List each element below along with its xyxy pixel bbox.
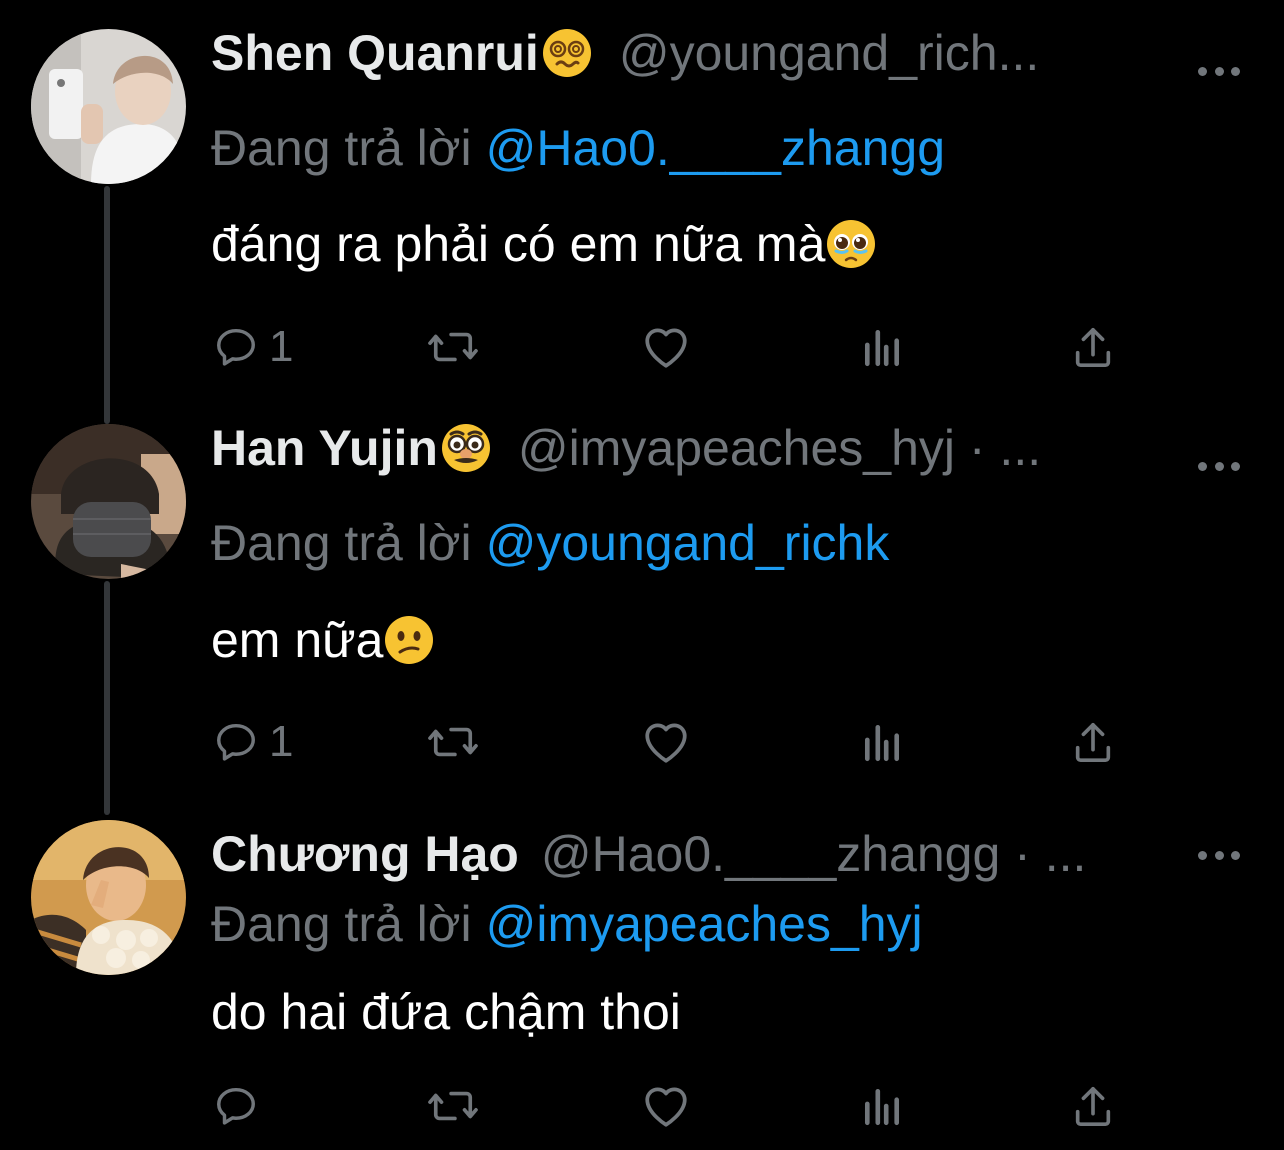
display-name[interactable]: Han Yujin — [211, 417, 438, 479]
views-icon — [864, 329, 900, 367]
like-icon — [645, 1087, 687, 1127]
display-name[interactable]: Chương Hạo — [211, 823, 519, 885]
like-button[interactable] — [641, 718, 691, 766]
reply-prefix: Đang trả lời — [211, 515, 472, 571]
disguised-face-icon — [440, 422, 492, 474]
reply-count: 1 — [269, 322, 294, 371]
reply-icon — [217, 328, 255, 366]
share-icon — [1075, 1086, 1111, 1127]
action-bar — [211, 1082, 1121, 1130]
reply-icon — [217, 1087, 255, 1125]
dizzy-face-icon — [541, 27, 593, 79]
tweet[interactable]: Shen Quanrui @youngand_rich... Đang trả … — [0, 0, 1284, 424]
views-icon — [864, 1088, 900, 1126]
reply-icon — [217, 723, 255, 761]
reply-context: Đang trả lời @youngand_richk — [211, 512, 889, 574]
reply-context: Đang trả lời @imyapeaches_hyj — [211, 893, 923, 955]
retweet-button[interactable] — [426, 718, 480, 766]
reply-prefix: Đang trả lời — [211, 896, 472, 952]
tweet-text: đáng ra phải có em nữa mà — [211, 213, 877, 275]
reply-button[interactable]: 1 — [213, 323, 293, 371]
handle[interactable]: @youngand_rich... — [619, 22, 1039, 84]
tweet-text-content: đáng ra phải có em nữa mà — [211, 216, 826, 272]
reply-button[interactable] — [213, 1082, 269, 1130]
reply-mention[interactable]: @Hao0.____zhangg — [486, 120, 945, 176]
action-bar: 1 — [211, 323, 1121, 371]
share-icon — [1075, 327, 1111, 368]
reply-button[interactable]: 1 — [213, 718, 293, 766]
like-button[interactable] — [641, 323, 691, 371]
retweet-button[interactable] — [426, 323, 480, 371]
action-bar: 1 — [211, 718, 1121, 766]
tweet[interactable]: Chương Hạo @Hao0.____zhangg · ... Đang t… — [0, 790, 1284, 1150]
pleading-face-icon — [825, 218, 877, 270]
like-button[interactable] — [641, 1082, 691, 1130]
reply-mention[interactable]: @imyapeaches_hyj — [486, 896, 923, 952]
like-icon — [645, 328, 687, 368]
retweet-button[interactable] — [426, 1082, 480, 1130]
views-button[interactable] — [861, 323, 903, 371]
like-icon — [645, 723, 687, 763]
tweet-header: Han Yujin @imyapeaches_hyj · ... — [211, 417, 1041, 479]
retweet-icon — [428, 727, 478, 757]
share-button[interactable] — [1071, 323, 1115, 371]
tweet[interactable]: Han Yujin @imyapeaches_hyj · ... Đang tr… — [0, 395, 1284, 815]
retweet-icon — [428, 1091, 478, 1121]
avatar[interactable] — [31, 424, 186, 579]
confused-face-icon — [383, 614, 435, 666]
more-icon[interactable] — [1198, 64, 1240, 78]
reply-count: 1 — [269, 717, 294, 766]
reply-mention[interactable]: @youngand_richk — [486, 515, 890, 571]
views-button[interactable] — [861, 1082, 903, 1130]
views-button[interactable] — [861, 718, 903, 766]
tweet-header: Shen Quanrui @youngand_rich... — [211, 22, 1039, 84]
display-name[interactable]: Shen Quanrui — [211, 22, 539, 84]
thread-line — [104, 186, 110, 424]
tweet-header: Chương Hạo @Hao0.____zhangg · ... — [211, 823, 1086, 885]
thread-line — [104, 581, 110, 815]
share-button[interactable] — [1071, 718, 1115, 766]
more-icon[interactable] — [1198, 848, 1240, 862]
share-button[interactable] — [1071, 1082, 1115, 1130]
tweet-text: em nữa — [211, 609, 435, 671]
share-icon — [1075, 722, 1111, 763]
handle[interactable]: @imyapeaches_hyj · ... — [518, 417, 1041, 479]
reply-context: Đang trả lời @Hao0.____zhangg — [211, 117, 945, 179]
avatar[interactable] — [31, 29, 186, 184]
avatar[interactable] — [31, 820, 186, 975]
tweet-text-content: do hai đứa chậm thoi — [211, 984, 681, 1040]
tweet-text: do hai đứa chậm thoi — [211, 981, 681, 1043]
tweet-text-content: em nữa — [211, 612, 384, 668]
reply-prefix: Đang trả lời — [211, 120, 472, 176]
views-icon — [864, 724, 900, 762]
handle[interactable]: @Hao0.____zhangg · ... — [541, 823, 1087, 885]
retweet-icon — [428, 332, 478, 362]
more-icon[interactable] — [1198, 459, 1240, 473]
